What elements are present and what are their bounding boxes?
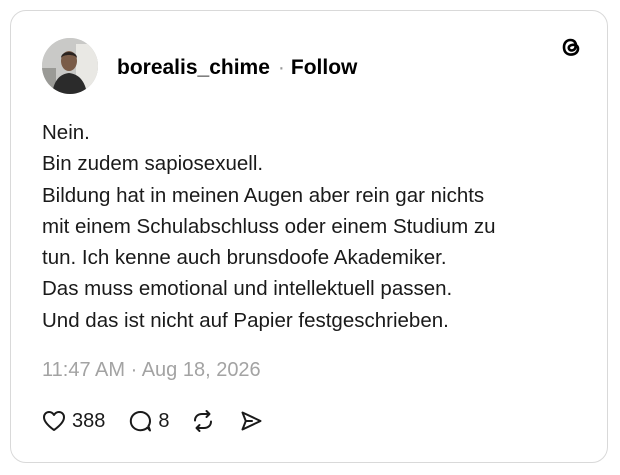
post-text-line: Nein. bbox=[42, 121, 90, 144]
separator-dot: · bbox=[277, 56, 285, 79]
send-icon bbox=[238, 408, 264, 434]
post-card: borealis_chime · Follow Nein. Bin zudem … bbox=[10, 10, 608, 463]
like-button[interactable]: 388 bbox=[41, 408, 105, 434]
post-text-line: tun. Ich kenne auch brunsdoofe Akademike… bbox=[42, 246, 447, 270]
avatar-photo bbox=[42, 38, 98, 94]
post-header: borealis_chime · Follow bbox=[117, 55, 357, 81]
repost-icon bbox=[190, 408, 216, 434]
repost-button[interactable] bbox=[190, 408, 216, 434]
reply-button[interactable]: 8 bbox=[127, 408, 170, 434]
username[interactable]: borealis_chime bbox=[117, 56, 270, 80]
share-button[interactable] bbox=[238, 408, 264, 434]
post-text-line: Bildung hat in meinen Augen aber rein ga… bbox=[42, 183, 485, 207]
post-text-line: Bin zudem sapiosexuell. bbox=[42, 152, 264, 176]
avatar[interactable] bbox=[42, 38, 98, 94]
like-count: 388 bbox=[72, 409, 106, 432]
post-text-line: Und das ist nicht auf Papier festgeschri… bbox=[42, 308, 449, 332]
post-text: Nein. Bin zudem sapiosexuell. Bildung ha… bbox=[42, 117, 582, 336]
post-timestamp[interactable]: 11:47 AM · Aug 18, 2026 bbox=[42, 359, 261, 382]
threads-logo-icon[interactable] bbox=[557, 33, 585, 61]
heart-icon bbox=[41, 408, 67, 434]
speech-bubble-icon bbox=[127, 408, 153, 434]
follow-button[interactable]: Follow bbox=[291, 56, 358, 80]
post-text-line: Das muss emotional und intellektuell pas… bbox=[42, 277, 453, 301]
post-text-line: mit einem Schulabschluss oder einem Stud… bbox=[42, 214, 496, 238]
action-bar: 388 8 bbox=[41, 407, 264, 435]
reply-count: 8 bbox=[158, 409, 170, 432]
